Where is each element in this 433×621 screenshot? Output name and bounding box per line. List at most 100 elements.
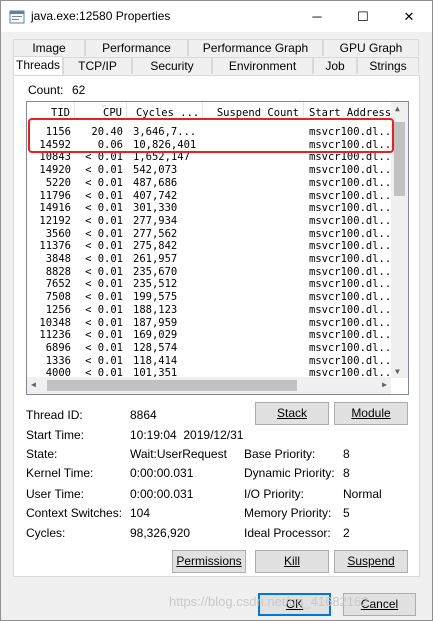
cell-cpu: < 0.01 — [85, 227, 123, 240]
tab-performance-graph[interactable]: Performance Graph — [188, 39, 323, 56]
cell-tid: 7652 — [45, 278, 71, 291]
cell-cpu: < 0.01 — [85, 189, 123, 202]
thread-row[interactable]: 11796 < 0.01 407,742 msvcr100.dl... — [27, 189, 398, 202]
thread-row[interactable]: 6896 < 0.01 128,574 msvcr100.dl... — [27, 341, 398, 354]
cell-start-address: msvcr100.dl... — [309, 303, 398, 316]
cell-cycles: 1,652,147 — [133, 151, 190, 164]
tab-threads[interactable]: Threads — [13, 56, 63, 75]
cell-start-address: msvcr100.dl... — [309, 202, 398, 215]
cell-tid: 14916 — [39, 202, 71, 215]
tab-row-top: Image Performance Performance Graph GPU … — [13, 39, 420, 57]
io-priority-label: I/O Priority: — [244, 487, 305, 501]
cell-tid: 6896 — [45, 341, 71, 354]
cell-cycles: 235,512 — [133, 278, 178, 291]
cell-cycles: 275,842 — [133, 240, 178, 253]
tab-strings[interactable]: Strings — [357, 57, 419, 74]
thread-row[interactable]: 12192 < 0.01 277,934 msvcr100.dl... — [27, 214, 398, 227]
dynamic-priority-value: 8 — [343, 466, 350, 480]
tab-row-bottom: TCP/IP Security Environment Job Strings … — [13, 56, 420, 75]
cell-start-address: msvcr100.dl... — [309, 278, 398, 291]
context-switches-label: Context Switches: — [26, 506, 123, 520]
cell-tid: 11376 — [39, 240, 71, 253]
tab-gpu-graph[interactable]: GPU Graph — [323, 39, 419, 56]
cell-tid: 3560 — [45, 227, 71, 240]
scroll-up-icon[interactable]: ▲ — [395, 104, 400, 113]
kill-button[interactable]: Kill — [255, 550, 329, 573]
tab-performance[interactable]: Performance — [85, 39, 188, 56]
cell-tid: 11236 — [39, 329, 71, 342]
start-time-label: Start Time: — [26, 428, 85, 442]
thread-row[interactable]: 11376 < 0.01 275,842 msvcr100.dl... — [27, 240, 397, 253]
thread-row[interactable]: 8828 < 0.01 235,670 msvcr100.dl... — [27, 265, 398, 278]
cell-cycles: 261,957 — [133, 253, 178, 265]
tab-image[interactable]: Image — [13, 39, 85, 56]
module-button[interactable]: Module — [334, 402, 408, 425]
dynamic-priority-label: Dynamic Priority: — [244, 466, 335, 480]
cell-cycles: 277,934 — [133, 214, 178, 227]
cell-start-address: msvcr100.dl... — [309, 189, 398, 202]
app-icon — [9, 10, 25, 24]
cell-cpu: < 0.01 — [85, 176, 123, 189]
thread-row[interactable]: 14916 < 0.01 301,330 msvcr100.dl... — [27, 202, 398, 215]
cell-cpu: < 0.01 — [85, 265, 123, 278]
cell-cycles: 128,574 — [133, 341, 178, 354]
cell-tid: 14920 — [39, 164, 71, 177]
cycles-label: Cycles: — [26, 526, 66, 540]
cell-start-address: msvcr100.dl... — [309, 253, 398, 265]
cell-cpu: < 0.01 — [85, 354, 123, 367]
thread-row[interactable]: 7508 < 0.01 199,575 msvcr100.dl... — [27, 291, 398, 304]
thread-row[interactable]: 10348 < 0.01 187,959 msvcr100.dl... — [27, 316, 398, 329]
thread-row[interactable]: 3848 < 0.01 261,957 msvcr100.dl... — [27, 253, 398, 265]
cell-cycles: 487,686 — [133, 176, 178, 189]
cell-cpu: < 0.01 — [85, 202, 123, 215]
tab-security[interactable]: Security — [132, 57, 212, 74]
cycles-value: 98,326,920 — [130, 526, 191, 540]
window-title: java.exe:12580 Properties — [31, 9, 171, 23]
thread-row[interactable]: 5220 < 0.01 487,686 msvcr100.dl... — [27, 176, 398, 189]
cell-start-address: msvcr100.dl... — [309, 164, 398, 177]
base-priority-value: 8 — [343, 447, 350, 461]
tab-environment[interactable]: Environment — [212, 57, 313, 74]
horizontal-scroll-thumb[interactable] — [47, 380, 297, 391]
scroll-down-icon[interactable]: ▼ — [395, 367, 400, 376]
thread-row[interactable]: 10843 < 0.01 1,652,147 msvcr100.dl... — [27, 151, 397, 164]
thread-row[interactable]: 14920 < 0.01 542,073 msvcr100.dl... — [27, 164, 398, 177]
user-time-label: User Time: — [26, 487, 85, 501]
cell-start-address: msvcr100.dl... — [309, 214, 398, 227]
maximize-button[interactable]: ☐ — [340, 1, 386, 32]
cell-tid: 3848 — [45, 253, 71, 265]
cell-cpu: < 0.01 — [85, 151, 123, 164]
vertical-scroll-thumb[interactable] — [394, 122, 405, 196]
io-priority-value: Normal — [343, 487, 382, 501]
cell-cpu: < 0.01 — [85, 316, 123, 329]
permissions-button[interactable]: Permissions — [172, 550, 246, 573]
thread-row[interactable]: 11236 < 0.01 169,029 msvcr100.dl... — [27, 329, 397, 342]
scroll-right-icon[interactable]: ▶ — [382, 380, 387, 389]
count-value: 62 — [72, 83, 86, 97]
context-switches-value: 104 — [130, 506, 151, 520]
cell-start-address: msvcr100.dl... — [309, 354, 398, 367]
minimize-button[interactable]: ─ — [294, 1, 340, 32]
cell-cycles: 235,670 — [133, 265, 178, 278]
tab-job[interactable]: Job — [313, 57, 357, 74]
cell-cycles: 188,123 — [133, 303, 178, 316]
tab-tcpip[interactable]: TCP/IP — [63, 57, 132, 74]
suspend-button[interactable]: Suspend — [334, 550, 408, 573]
cell-cpu: < 0.01 — [85, 291, 123, 304]
horizontal-scrollbar[interactable]: ◀ ▶ — [27, 377, 391, 394]
thread-row[interactable]: 1256 < 0.01 188,123 msvcr100.dl... — [27, 303, 398, 316]
memory-priority-label: Memory Priority: — [244, 506, 332, 520]
thread-row[interactable]: 7652 < 0.01 235,512 msvcr100.dl... — [27, 278, 398, 291]
title-bar: java.exe:12580 Properties ─ ☐ ✕ — [1, 1, 432, 32]
cell-tid: 1336 — [45, 354, 71, 367]
close-button[interactable]: ✕ — [386, 1, 432, 32]
cell-start-address: msvcr100.dl... — [309, 316, 398, 329]
kernel-time-label: Kernel Time: — [26, 466, 94, 480]
scroll-left-icon[interactable]: ◀ — [31, 380, 36, 389]
thread-id-value: 8864 — [130, 408, 157, 422]
start-time-value: 10:19:04 2019/12/31 — [130, 428, 244, 442]
stack-button[interactable]: Stack — [255, 402, 329, 425]
base-priority-label: Base Priority: — [244, 447, 316, 461]
thread-row[interactable]: 3560 < 0.01 277,562 msvcr100.dl... — [27, 227, 398, 240]
thread-row[interactable]: 1336 < 0.01 118,414 msvcr100.dl... — [27, 354, 398, 367]
